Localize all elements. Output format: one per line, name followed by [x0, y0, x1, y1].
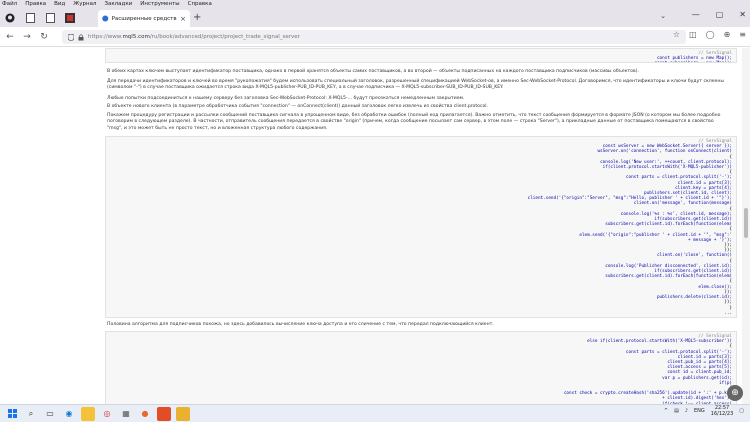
firefox-icon[interactable]: ●: [138, 407, 152, 421]
language-indicator[interactable]: ENG: [694, 408, 705, 414]
app-icon[interactable]: [157, 406, 171, 421]
code-block-2: // ServSignal const wsServer = new WebSoc…: [105, 136, 737, 318]
menu-bar: Файл Правка Вид Журнал Закладки Инструме…: [2, 0, 212, 9]
magnifier-icon[interactable]: ⊕: [727, 385, 743, 401]
code-block-3: // ServSignal else if(client.protocol.sta…: [105, 331, 737, 404]
menu-file[interactable]: Файл: [2, 0, 17, 9]
paragraph-5: Покажем процедуру регистрации и рассылки…: [107, 113, 721, 131]
app-icon: [65, 13, 75, 23]
vertical-scrollbar[interactable]: [742, 48, 750, 404]
window-controls: — ▢ ✕: [692, 10, 746, 19]
tab-title: Расширенные средства вып...: [111, 15, 178, 22]
github-icon: [5, 13, 15, 23]
windows-start-icon[interactable]: [5, 407, 19, 421]
back-arrow-icon[interactable]: ←: [3, 30, 17, 44]
active-tab[interactable]: Расширенные средства вып... ×: [98, 10, 190, 27]
file-explorer-icon[interactable]: [81, 406, 95, 421]
pinned-tab-3[interactable]: [40, 9, 60, 27]
new-tab-button[interactable]: +: [193, 12, 201, 23]
system-tray: ^ ▤ ♪ ENG 22:57 16/12/23 ▢: [664, 405, 744, 417]
paragraph-6: Половина алгоритма для подписчиков похож…: [107, 322, 494, 327]
search-icon[interactable]: ⌕: [24, 407, 38, 421]
menu-history[interactable]: Журнал: [73, 0, 96, 9]
edge-icon[interactable]: ◉: [62, 407, 76, 421]
page-icon: [45, 13, 55, 23]
task-view-icon[interactable]: ▭: [43, 407, 57, 421]
menu-hamburger-icon[interactable]: ≡: [739, 30, 746, 39]
bookmark-star-icon[interactable]: ☆: [673, 30, 680, 39]
paragraph-4: В объекте нового клиента (в параметре об…: [107, 104, 489, 109]
chrome-icon[interactable]: ◎: [100, 407, 114, 421]
menu-bookmarks[interactable]: Закладки: [104, 0, 132, 9]
forward-arrow-icon[interactable]: →: [20, 30, 34, 44]
address-bar[interactable]: https://www.mql5.com/ru/book/advanced/pr…: [62, 30, 686, 44]
clock[interactable]: 22:57 16/12/23: [711, 405, 733, 417]
volume-icon[interactable]: ♪: [685, 408, 688, 414]
maximize-button[interactable]: ▢: [716, 10, 724, 19]
lock-icon[interactable]: [78, 33, 84, 41]
pinned-tab-4[interactable]: [60, 9, 80, 27]
tray-chevron-icon[interactable]: ^: [664, 408, 668, 414]
paragraph-1: В обеих картах ключом выступает идентифи…: [107, 69, 639, 74]
shield-icon[interactable]: [68, 33, 74, 41]
tab-list-chevron-icon[interactable]: ⌄: [660, 12, 666, 20]
menu-view[interactable]: Вид: [54, 0, 65, 9]
pocket-icon[interactable]: ◫: [689, 30, 697, 39]
pinned-tab-github[interactable]: [0, 9, 20, 27]
tab-close-icon[interactable]: ×: [180, 15, 186, 23]
minimize-button[interactable]: —: [692, 10, 700, 19]
scrollbar-thumb[interactable]: [744, 208, 748, 238]
page-content: // ServSignal const publishers = new Map(…: [0, 48, 742, 404]
paragraph-3: Любые попытки подсоединиться к нашему се…: [107, 96, 465, 101]
page-icon: [25, 13, 35, 23]
code-line: const subscribers = new Map();: [110, 61, 732, 62]
menu-tools[interactable]: Инструменты: [140, 0, 179, 9]
app-icon[interactable]: [176, 406, 190, 421]
menu-edit[interactable]: Правка: [25, 0, 46, 9]
code-block-1: // ServSignal const publishers = new Map(…: [105, 48, 737, 63]
title-bar: Файл Правка Вид Журнал Закладки Инструме…: [0, 0, 750, 27]
code-line: ...: [724, 310, 732, 316]
mql5-favicon-icon: [102, 15, 109, 22]
reload-icon[interactable]: ↻: [37, 30, 51, 44]
url-text: https://www.mql5.com/ru/book/advanced/pr…: [88, 34, 300, 40]
account-icon[interactable]: ◯: [706, 30, 715, 39]
close-window-button[interactable]: ✕: [739, 10, 746, 19]
paragraph-2: Для передачи идентификаторов и ключей во…: [107, 79, 724, 91]
menu-help[interactable]: Справка: [188, 0, 212, 9]
taskbar: ⌕ ▭ ◉ ◎ ▦ ●: [0, 404, 750, 422]
network-icon[interactable]: ▤: [674, 408, 679, 414]
notifications-icon[interactable]: ▢: [739, 408, 744, 414]
store-icon[interactable]: ▦: [119, 407, 133, 421]
toolbar-right: ☆ ◫ ◯ ⊕ ≡: [673, 30, 746, 39]
pinned-tab-2[interactable]: [20, 9, 40, 27]
extensions-icon[interactable]: ⊕: [724, 30, 731, 39]
